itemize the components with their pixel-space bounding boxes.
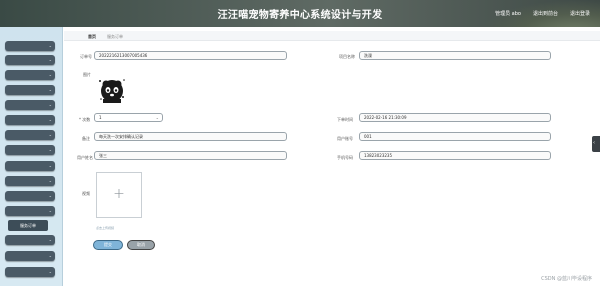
sidebar-item-13[interactable]: ⌄	[5, 235, 55, 245]
sidebar-item-8[interactable]: ⌄	[5, 145, 55, 155]
chevron-down-icon: ⌄	[48, 72, 52, 77]
submit-button[interactable]: 提交	[93, 240, 123, 250]
sidebar: ⌄ ⌄ ⌄ ⌄ ⌄ ⌄ ⌄ ⌄ ⌄ ⌄ ⌄ ⌄ 服务订单 ⌄ ⌄ ⌄	[0, 27, 63, 286]
breadcrumb-home[interactable]: 首页	[88, 34, 96, 40]
chevron-down-icon: ⌄	[48, 253, 52, 258]
header-nav: 管理员 abo 退出到前台 退出登录	[495, 10, 590, 17]
count-select-value: 1	[99, 115, 102, 120]
sidebar-item-5[interactable]: ⌄	[5, 100, 55, 110]
order-no-label: 订单号	[80, 54, 92, 59]
chevron-down-icon: ⌄	[48, 269, 52, 274]
video-label: 视频	[82, 191, 90, 196]
video-upload-box[interactable]: +	[96, 172, 142, 218]
breadcrumb: 首页 服务订单	[64, 31, 600, 41]
sidebar-item-14[interactable]: ⌄	[5, 251, 55, 261]
breadcrumb-current: 服务订单	[107, 34, 123, 39]
sidebar-item-10[interactable]: ⌄	[5, 176, 55, 186]
chevron-down-icon: ⌄	[48, 132, 52, 137]
remark-field[interactable]: 每天洗一次安排确认记录	[94, 132, 287, 141]
current-user-label: 管理员 abo	[495, 11, 521, 17]
remark-label: 备注	[82, 136, 90, 141]
upload-hint: 点击上传视频	[96, 226, 115, 230]
user-name-label: 用户姓名	[77, 155, 93, 160]
chevron-down-icon: ⌄	[48, 193, 52, 198]
chevron-down-icon: ⌄	[48, 208, 52, 213]
service-name-field[interactable]: 洗澡	[359, 51, 551, 60]
count-select[interactable]: 1 ⌄	[94, 113, 163, 122]
order-time-label: 下单时间	[337, 117, 353, 122]
sidebar-item-6[interactable]: ⌄	[5, 115, 55, 125]
sidebar-subitem-service-orders[interactable]: 服务订单	[8, 220, 48, 231]
sidebar-item-2[interactable]: ⌄	[5, 55, 55, 65]
user-account-field[interactable]: 001	[359, 132, 551, 141]
sidebar-item-7[interactable]: ⌄	[5, 130, 55, 140]
phone-field[interactable]: 13823023235	[359, 151, 551, 160]
user-account-label: 用户账号	[337, 136, 353, 141]
chevron-down-icon: ⌄	[48, 57, 52, 62]
count-label: * 次数	[79, 117, 91, 122]
sidebar-item-11[interactable]: ⌄	[5, 191, 55, 201]
top-bar: 汪汪喵宠物寄养中心系统设计与开发 管理员 abo 退出到前台 退出登录	[0, 0, 600, 27]
sidebar-item-12[interactable]: ⌄	[5, 206, 55, 216]
image-label: 图片	[83, 72, 91, 77]
side-collapse-tab[interactable]: ‹	[592, 136, 600, 152]
order-time-field[interactable]: 2022-02-16 21:30:09	[359, 113, 551, 122]
sidebar-item-3[interactable]: ⌄	[5, 70, 55, 80]
pet-logo-image	[99, 79, 125, 103]
sidebar-item-9[interactable]: ⌄	[5, 161, 55, 171]
chevron-down-icon: ⌄	[48, 163, 52, 168]
chevron-down-icon: ⌄	[48, 178, 52, 183]
user-name-field[interactable]: 张三	[94, 151, 287, 160]
chevron-down-icon: ⌄	[48, 87, 52, 92]
chevron-left-icon: ‹	[593, 140, 595, 146]
logout-link[interactable]: 退出登录	[570, 10, 590, 17]
chevron-down-icon: ⌄	[48, 147, 52, 152]
sidebar-item-15[interactable]: ⌄	[5, 267, 55, 277]
plus-icon: +	[113, 186, 125, 202]
service-name-label: 项目名称	[339, 54, 355, 59]
sidebar-item-4[interactable]: ⌄	[5, 85, 55, 95]
cancel-button[interactable]: 取消	[127, 240, 155, 250]
back-to-front-link[interactable]: 退出到前台	[533, 10, 558, 17]
chevron-down-icon: ⌄	[48, 102, 52, 107]
order-no-field[interactable]: 2022216213007005436	[94, 51, 287, 60]
chevron-down-icon: ⌄	[48, 237, 52, 242]
chevron-down-icon: ⌄	[48, 117, 52, 122]
phone-label: 手机号码	[337, 155, 353, 160]
chevron-down-icon: ⌄	[155, 115, 159, 120]
chevron-down-icon: ⌄	[48, 43, 52, 48]
watermark: CSDN @蓝川毕设程序	[541, 276, 592, 282]
sidebar-item-1[interactable]: ⌄	[5, 41, 55, 51]
